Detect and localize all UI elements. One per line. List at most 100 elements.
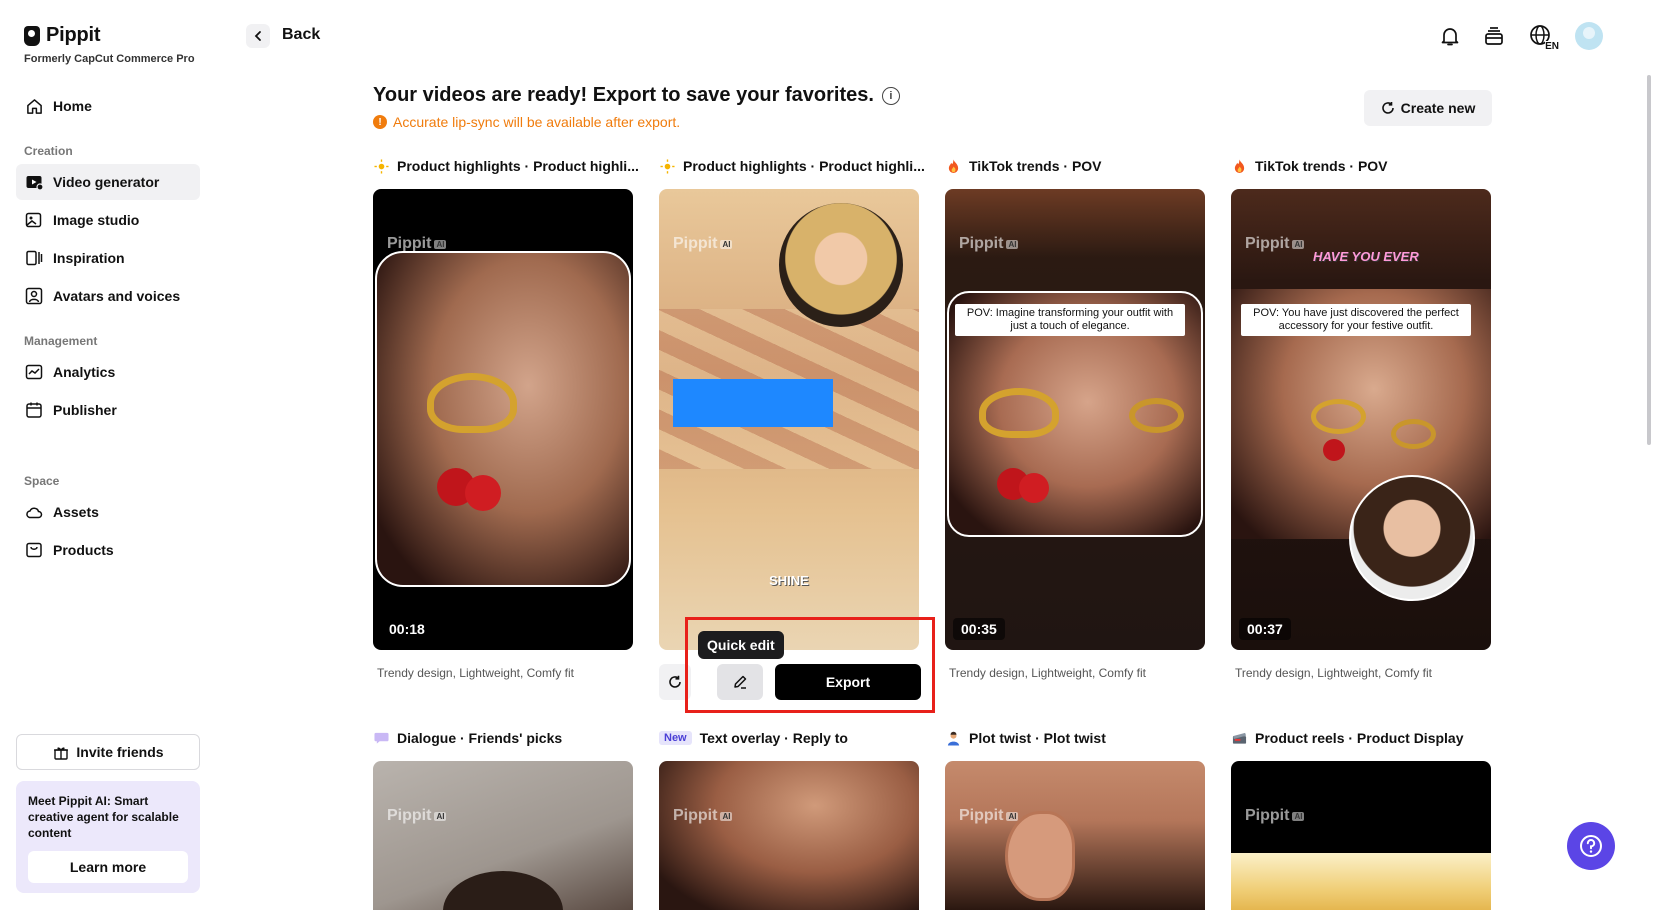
invite-friends-button[interactable]: Invite friends — [16, 734, 200, 770]
home-icon — [25, 97, 43, 115]
watermark: Pippit AI — [673, 807, 733, 824]
page-scrollbar[interactable] — [1647, 75, 1651, 445]
video-thumbnail[interactable]: Pippit AI — [1231, 761, 1491, 910]
card-title-text: Product reels · Product Display — [1255, 730, 1464, 746]
subscription-icon[interactable] — [1481, 23, 1507, 49]
card-title: Product highlights · Product highli... — [373, 158, 639, 174]
regenerate-button[interactable] — [659, 664, 691, 700]
page-title-text: Your videos are ready! Export to save yo… — [373, 84, 874, 106]
speech-bubble-icon — [373, 730, 389, 746]
watermark: Pippit AI — [959, 235, 1019, 252]
sidebar-item-assets[interactable]: Assets — [16, 494, 200, 530]
refresh-icon — [1381, 102, 1394, 114]
sidebar-item-image-studio[interactable]: Image studio — [16, 202, 200, 238]
pov-caption: POV: You have just discovered the perfec… — [1241, 304, 1471, 336]
card-title-text: Text overlay · Reply to — [699, 730, 848, 746]
video-thumbnail[interactable]: POV: Imagine transforming your outfit wi… — [945, 189, 1205, 650]
sidebar-item-label: Assets — [53, 504, 99, 520]
card-tags: Trendy design, Lightweight, Comfy fit — [949, 666, 1146, 680]
section-label-creation: Creation — [24, 144, 73, 158]
card-title: Plot twist · Plot twist — [945, 730, 1106, 746]
fire-icon — [1231, 158, 1247, 174]
invite-friends-label: Invite friends — [76, 744, 164, 760]
product-box-icon — [25, 541, 43, 559]
video-thumbnail[interactable]: POV: You have just discovered the perfec… — [1231, 189, 1491, 650]
quick-edit-tooltip: Quick edit — [698, 631, 784, 659]
person-icon — [945, 730, 961, 746]
card-title-text: Product highlights · Product highli... — [397, 158, 639, 174]
sidebar-item-label: Image studio — [53, 212, 140, 228]
watermark: Pippit AI — [1245, 807, 1305, 824]
brand-name: Pippit — [46, 24, 101, 46]
video-thumbnail[interactable]: Pippit AI — [659, 761, 919, 910]
inspiration-icon — [25, 249, 43, 267]
back-button[interactable] — [246, 24, 270, 48]
card-title-text: TikTok trends · POV — [1255, 158, 1388, 174]
sidebar-item-avatars-voices[interactable]: Avatars and voices — [16, 278, 200, 314]
refresh-icon — [669, 675, 681, 688]
export-button[interactable]: Export — [775, 664, 921, 700]
bell-icon[interactable] — [1437, 23, 1463, 49]
calendar-icon — [25, 401, 43, 419]
product-image — [375, 251, 631, 587]
sidebar-item-publisher[interactable]: Publisher — [16, 392, 200, 428]
blue-placeholder-block — [673, 379, 833, 427]
sidebar-item-label: Home — [53, 98, 92, 114]
sidebar-item-label: Inspiration — [53, 250, 125, 266]
info-icon[interactable]: i — [881, 86, 900, 105]
language-label: EN — [1545, 41, 1559, 52]
promo-text: Meet Pippit AI: Smart creative agent for… — [28, 794, 179, 840]
card-title-text: Dialogue · Friends' picks — [397, 730, 563, 746]
sidebar-item-home[interactable]: Home — [16, 88, 200, 124]
help-button[interactable] — [1567, 822, 1615, 870]
overlay-caption: SHINE — [769, 573, 809, 588]
logo[interactable]: Pippit — [24, 24, 101, 47]
sidebar-item-products[interactable]: Products — [16, 532, 200, 568]
analytics-icon — [25, 363, 43, 381]
chevron-left-icon — [254, 31, 261, 41]
sidebar-item-analytics[interactable]: Analytics — [16, 354, 200, 390]
warning-icon: ! — [373, 115, 387, 129]
image-studio-icon — [25, 211, 43, 229]
watermark: Pippit AI — [959, 807, 1019, 824]
gift-icon — [52, 743, 70, 761]
card-title: Product reels · Product Display — [1231, 730, 1464, 746]
create-new-button[interactable]: Create new — [1364, 90, 1492, 126]
pov-caption: POV: Imagine transforming your outfit wi… — [955, 304, 1185, 336]
card-title: TikTok trends · POV — [1231, 158, 1388, 174]
card-title: TikTok trends · POV — [945, 158, 1102, 174]
pencil-icon — [734, 675, 747, 689]
sparkle-icon — [659, 158, 675, 174]
avatar-bubble — [1349, 475, 1475, 601]
video-generator-icon — [25, 173, 43, 191]
sparkle-icon — [373, 158, 389, 174]
watermark: Pippit AI — [673, 235, 733, 252]
video-thumbnail[interactable]: Pippit AI — [945, 761, 1205, 910]
watermark: Pippit AI — [387, 235, 447, 252]
video-thumbnail[interactable]: Pippit AI — [373, 761, 633, 910]
fire-icon — [945, 158, 961, 174]
video-duration: 00:18 — [381, 618, 433, 640]
section-label-space: Space — [24, 474, 60, 488]
video-thumbnail[interactable]: Pippit AI 00:18 — [373, 189, 633, 650]
promo-card: Meet Pippit AI: Smart creative agent for… — [16, 781, 200, 893]
sidebar-item-video-generator[interactable]: Video generator — [16, 164, 200, 200]
card-title-text: Plot twist · Plot twist — [969, 730, 1106, 746]
sidebar-item-label: Video generator — [53, 174, 160, 190]
sidebar-item-label: Publisher — [53, 402, 117, 418]
sidebar-item-label: Analytics — [53, 364, 116, 380]
user-avatar[interactable] — [1575, 22, 1603, 50]
card-tags: Trendy design, Lightweight, Comfy fit — [1235, 666, 1432, 680]
avatar-bubble — [779, 203, 903, 327]
video-thumbnail[interactable]: Pippit AI SHINE — [659, 189, 919, 650]
learn-more-button[interactable]: Learn more — [28, 851, 188, 883]
language-globe-icon[interactable]: EN — [1525, 23, 1559, 52]
sidebar-item-inspiration[interactable]: Inspiration — [16, 240, 200, 276]
card-title: Dialogue · Friends' picks — [373, 730, 562, 746]
watermark: Pippit AI — [1245, 235, 1305, 252]
back-label[interactable]: Back — [282, 26, 320, 44]
top-toolbar: EN — [1437, 22, 1603, 52]
quick-edit-button[interactable] — [717, 664, 763, 700]
sidebar: Pippit Formerly CapCut Commerce Pro Home… — [0, 0, 205, 910]
card-title: New Text overlay · Reply to — [659, 730, 848, 746]
